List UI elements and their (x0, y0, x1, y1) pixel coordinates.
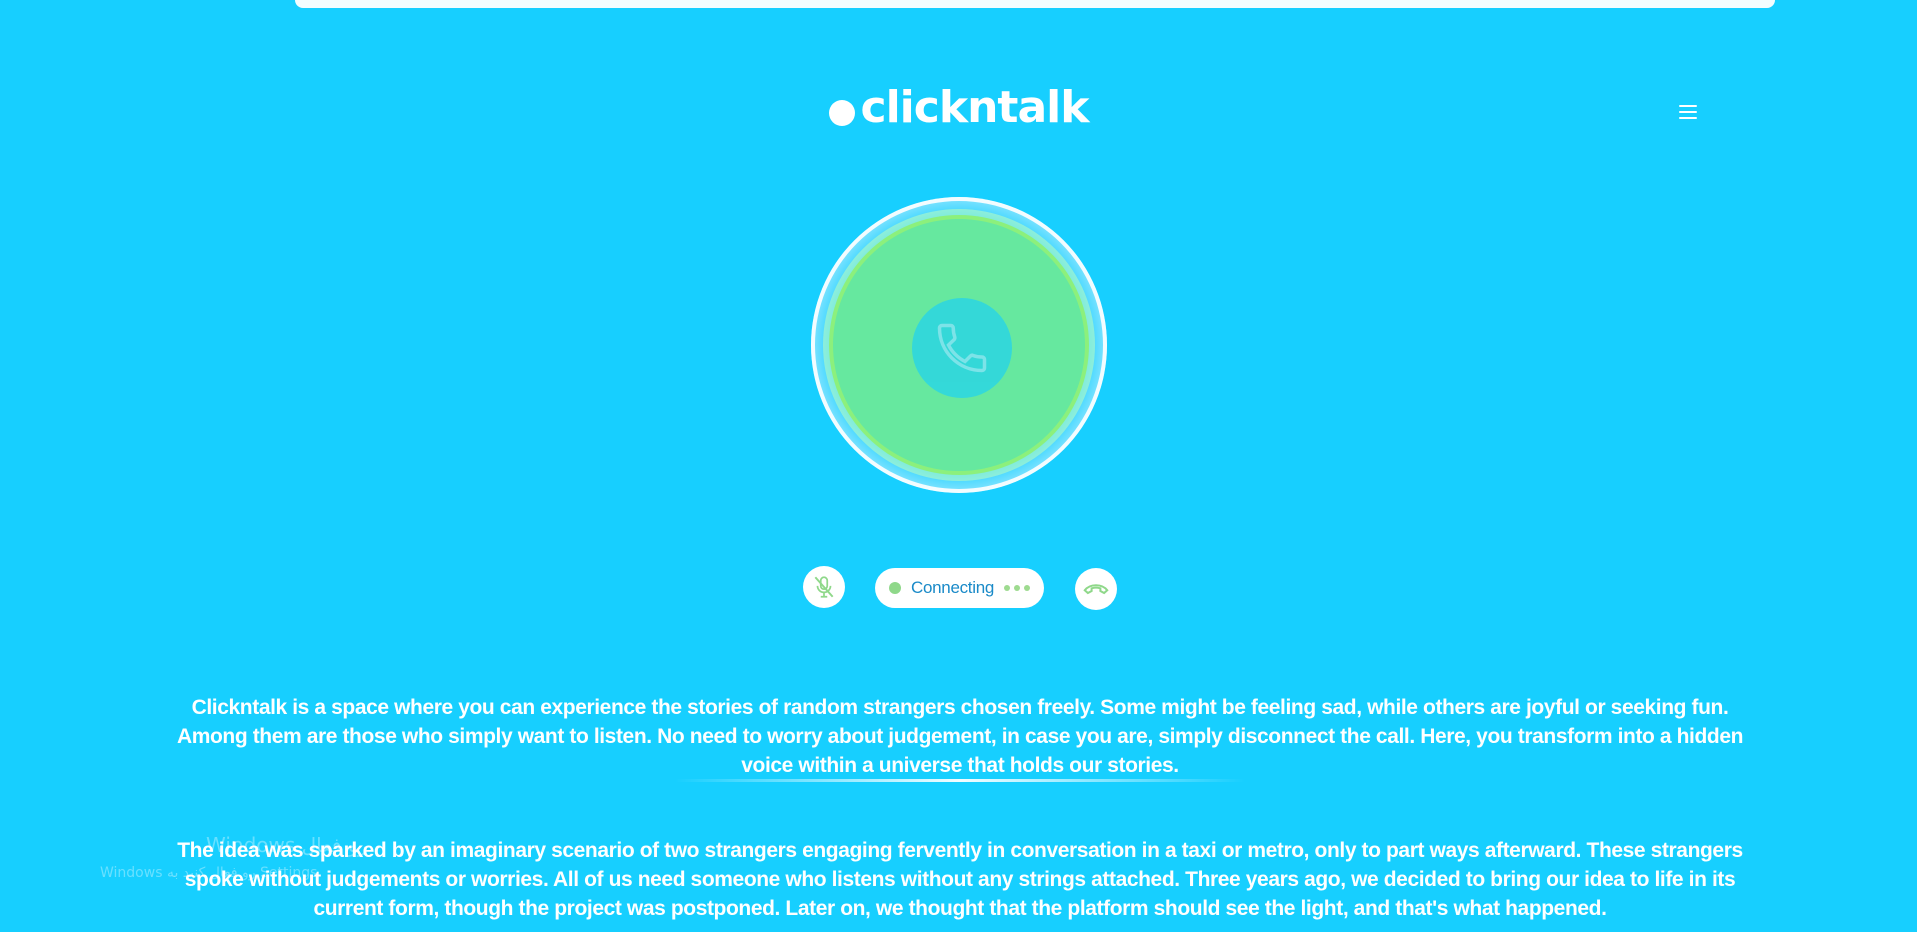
top-bar-strip (295, 0, 1775, 8)
section-divider (675, 779, 1245, 782)
top-bar (0, 0, 1917, 10)
status-indicator (889, 582, 901, 594)
header: clickntalk (0, 86, 1917, 131)
about-paragraph-1: Clickntalk is a space where you can expe… (176, 696, 1744, 777)
logo-dot-icon (828, 100, 855, 126)
call-button[interactable] (833, 219, 1085, 471)
connection-status: Connecting (875, 568, 1044, 608)
call-core (912, 298, 1012, 398)
logo[interactable]: clickntalk (828, 82, 1090, 133)
menu-button[interactable] (1676, 100, 1700, 124)
call-controls: Connecting (0, 566, 1917, 610)
mic-muted-icon (814, 576, 834, 598)
status-label: Connecting (911, 578, 995, 597)
call-orb (811, 197, 1107, 493)
hamburger-menu-icon (1679, 105, 1697, 119)
hang-up-icon (1083, 584, 1109, 595)
logo-text: clickntalk (860, 82, 1090, 133)
about-paragraph-2: The idea was sparked by an imaginary sce… (177, 839, 1743, 920)
hang-up-button[interactable] (1075, 568, 1117, 610)
mute-button[interactable] (803, 566, 845, 608)
phone-icon (937, 323, 987, 373)
loading-dots-icon (1004, 585, 1031, 591)
